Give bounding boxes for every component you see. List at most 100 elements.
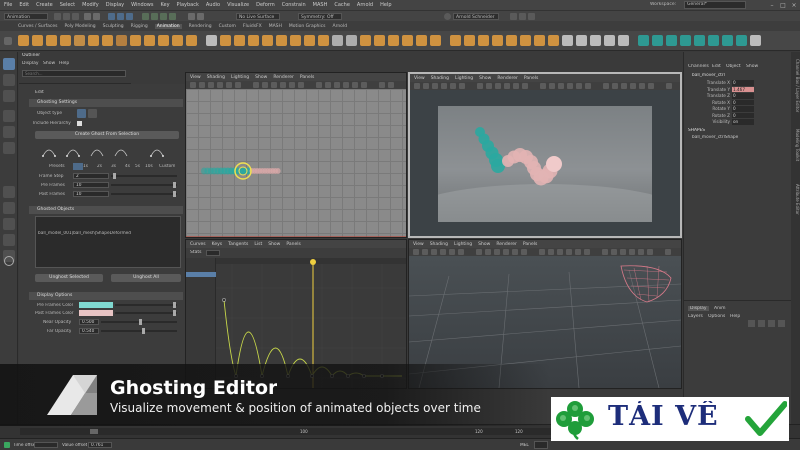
channel-attribute-row[interactable]: Visibility on [684, 119, 792, 125]
shelf-tab-rigging[interactable]: Rigging [131, 24, 148, 29]
wire-icon[interactable] [318, 35, 329, 46]
ghosting-settings-header[interactable]: Ghosting Settings [29, 99, 183, 107]
channel-tab-edit[interactable]: Edit [712, 64, 721, 69]
unghost-selected-button[interactable]: Unghost Selected [35, 274, 103, 282]
soft-mod-icon[interactable] [346, 35, 357, 46]
snap-grid-icon[interactable] [142, 13, 149, 20]
menu-cache[interactable]: Cache [334, 2, 350, 8]
vp3-menu-view[interactable]: View [413, 242, 424, 247]
viewport-toolbar-icon[interactable] [603, 83, 609, 89]
viewport-toolbar-icon[interactable] [334, 82, 340, 88]
menu-display[interactable]: Display [106, 2, 124, 8]
save-scene-icon[interactable] [72, 13, 79, 20]
viewport-toolbar-icon[interactable] [621, 83, 627, 89]
channel-attribute-row[interactable]: Rotate X0 [684, 99, 792, 106]
shelf-tab-arnold[interactable]: Arnold [332, 24, 347, 29]
shelf-tab-mash[interactable]: MASH [269, 24, 282, 29]
viewport-toolbar-icon[interactable] [432, 83, 438, 89]
channel-attribute-value[interactable]: on [732, 119, 754, 125]
channel-tab-channels[interactable]: Channels [688, 64, 709, 69]
rotate-key-icon[interactable] [46, 35, 57, 46]
viewport-toolbar-icon[interactable] [521, 249, 527, 255]
ghost-menu-edit[interactable]: Edit [35, 90, 44, 95]
auto-key-icon[interactable] [88, 35, 99, 46]
viewport-toolbar-icon[interactable] [423, 83, 429, 89]
shelf-tab-custom[interactable]: Custom [219, 24, 236, 29]
shelf-tab-animation[interactable]: Animation [154, 23, 182, 29]
vp3-menu-lighting[interactable]: Lighting [454, 242, 472, 247]
scale-constraint-icon[interactable] [492, 35, 503, 46]
graph-menu-keys[interactable]: Keys [212, 242, 223, 247]
undo-icon[interactable] [84, 13, 91, 20]
vp3-menu-panels[interactable]: Panels [523, 242, 537, 247]
paint-weights-icon[interactable] [652, 35, 663, 46]
viewport-toolbar-icon[interactable] [620, 249, 626, 255]
frame-step-field[interactable]: 2 [73, 173, 109, 179]
shelf-settings-icon[interactable] [4, 37, 12, 45]
layer-menu-layers[interactable]: Layers [688, 314, 703, 319]
viewport-toolbar-icon[interactable] [422, 249, 428, 255]
menu-deform[interactable]: Deform [256, 2, 275, 8]
lattice-icon[interactable] [290, 35, 301, 46]
viewport-toolbar-icon[interactable] [602, 249, 608, 255]
post-frames-slider-knob[interactable] [173, 191, 176, 197]
time-offset-field[interactable] [34, 442, 58, 448]
channel-attribute-row[interactable]: Translate X0 [684, 80, 792, 86]
single-layout-icon[interactable] [3, 186, 15, 198]
translate-key-icon[interactable] [74, 35, 85, 46]
sine-icon[interactable] [402, 35, 413, 46]
pre-frames-slider[interactable] [111, 182, 177, 188]
preset-10s-label[interactable]: 10s [145, 164, 153, 169]
viewport-toolbar-icon[interactable] [458, 249, 464, 255]
pre-frames-field[interactable]: 10 [73, 182, 109, 188]
menu-create[interactable]: Create [36, 2, 53, 8]
viewport-toolbar-icon[interactable] [190, 82, 196, 88]
graph-editor-icon[interactable] [206, 35, 217, 46]
four-view-layout-icon[interactable] [3, 202, 15, 214]
object-type-points-icon[interactable] [88, 109, 97, 118]
lasso-tool-icon[interactable] [3, 74, 15, 86]
create-ghost-button[interactable]: Create Ghost From Selection [35, 131, 179, 139]
channel-attribute-value[interactable]: 0 [732, 99, 754, 105]
unghost-icon[interactable] [158, 35, 169, 46]
prune-weights-icon[interactable] [694, 35, 705, 46]
viewport-toolbar-icon[interactable] [431, 249, 437, 255]
menu-visualize[interactable]: Visualize [227, 2, 249, 8]
tangent-icon[interactable] [102, 35, 113, 46]
shelf-tab-curves-surfaces[interactable]: Curves / Surfaces [18, 24, 58, 29]
close-icon[interactable]: × [790, 2, 798, 9]
viewport-toolbar-icon[interactable] [557, 249, 563, 255]
snap-curve-icon[interactable] [151, 13, 158, 20]
twist-icon[interactable] [430, 35, 441, 46]
graph-menu-panels[interactable]: Panels [286, 242, 300, 247]
viewport-toolbar-icon[interactable] [450, 83, 456, 89]
viewport-toolbar-icon[interactable] [495, 83, 501, 89]
vp2-menu-show[interactable]: Show [479, 76, 491, 81]
side-tab-attribute-editor[interactable]: Attribute Editor [791, 174, 800, 224]
viewport-toolbar-icon[interactable] [638, 249, 644, 255]
channel-tab-show[interactable]: Show [746, 64, 758, 69]
minimize-icon[interactable]: – [768, 2, 776, 9]
search-icon[interactable] [4, 256, 14, 266]
nonlinear-icon[interactable] [360, 35, 371, 46]
vp3-menu-shading[interactable]: Shading [430, 242, 448, 247]
user-account-dropdown[interactable]: Arnold Schneider [453, 13, 499, 20]
post-frames-field[interactable]: 10 [73, 191, 109, 197]
bend-icon[interactable] [374, 35, 385, 46]
menu-select[interactable]: Select [60, 2, 75, 8]
object-type-mesh-icon[interactable] [77, 109, 86, 118]
viewport-camera-canvas[interactable] [410, 90, 680, 236]
viewport-toolbar-icon[interactable] [549, 83, 555, 89]
far-opacity-slider[interactable] [101, 328, 177, 334]
channel-attribute-value[interactable]: 0 [732, 93, 754, 99]
shelf-tab-rendering[interactable]: Rendering [189, 24, 212, 29]
tool-settings-toggle-icon[interactable] [519, 13, 526, 20]
frame-step-slider-knob[interactable] [113, 173, 116, 179]
viewport-toolbar-icon[interactable] [584, 249, 590, 255]
viewport-toolbar-icon[interactable] [539, 249, 545, 255]
snap-point-icon[interactable] [160, 13, 167, 20]
preset-4s-label[interactable]: 4s [125, 164, 130, 169]
viewport-toolbar-icon[interactable] [316, 82, 322, 88]
shelf-tab-poly-modeling[interactable]: Poly Modeling [65, 24, 96, 29]
viewport-toolbar-icon[interactable] [459, 83, 465, 89]
